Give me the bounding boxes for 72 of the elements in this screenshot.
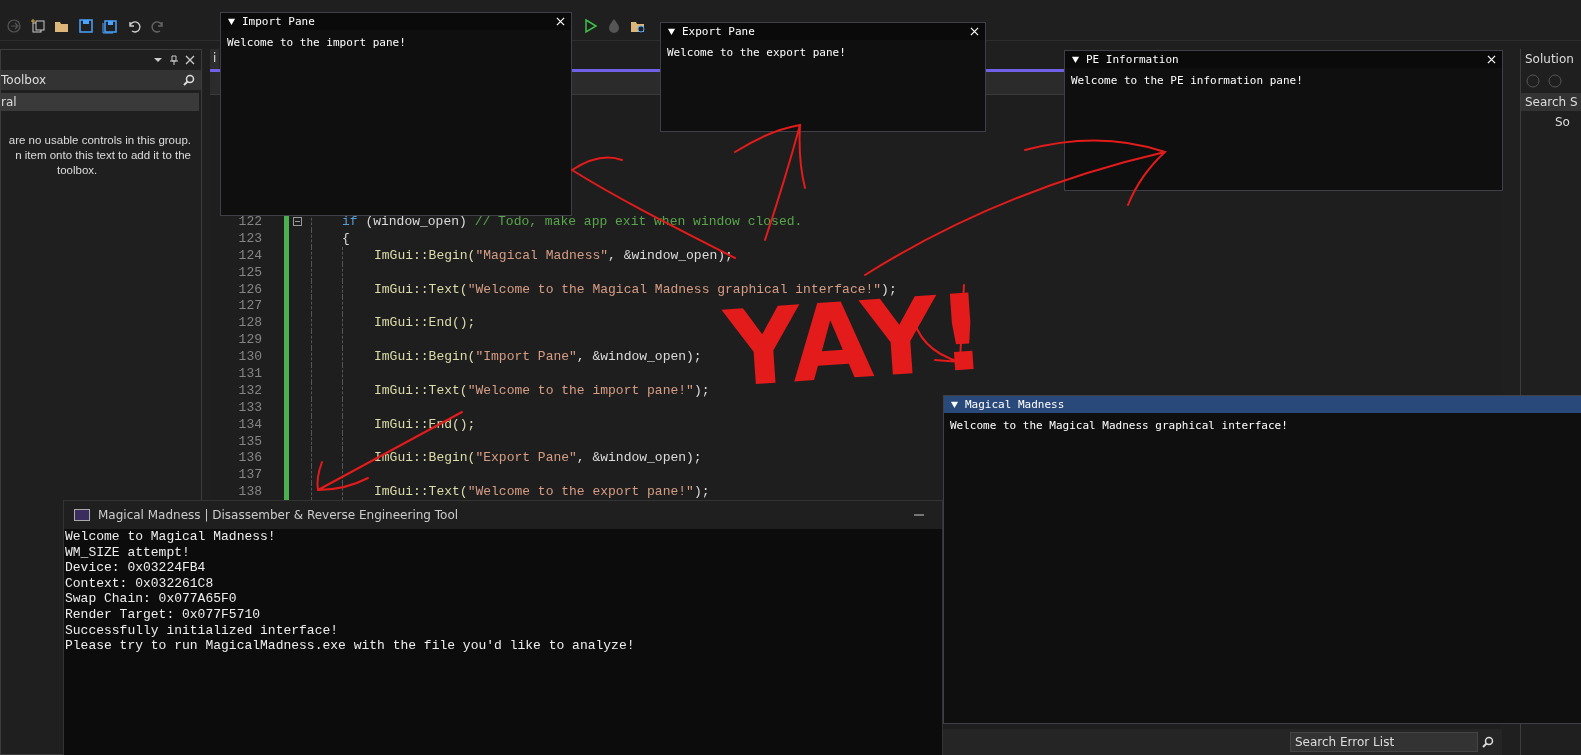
collapse-icon[interactable]: [293, 216, 302, 226]
toolbox-message-line: toolbox.: [56, 163, 99, 178]
line-number: 129: [237, 332, 262, 348]
line-number: 123: [237, 230, 262, 246]
collapse-icon[interactable]: [227, 17, 236, 26]
code-line: ImGui::Begin("Import Pane", &window_open);: [374, 349, 702, 365]
window-text: Welcome to the Magical Madness graphical interface!: [949, 418, 1289, 434]
code-line: ImGui::Text("Welcome to the export pane!");: [374, 484, 710, 500]
console-line: Swap Chain: 0x077A65F0: [65, 591, 238, 607]
collapse-icon[interactable]: [667, 27, 676, 36]
line-number: 122: [237, 213, 262, 229]
console-line: Context: 0x032261C8: [65, 575, 215, 592]
line-number: 130: [237, 349, 262, 365]
line-number: 133: [237, 399, 262, 415]
search-icon[interactable]: [183, 74, 195, 86]
code-line: ImGui::End();: [374, 315, 476, 331]
line-number: 124: [237, 247, 262, 263]
toolbox-message-line: are no usable controls in this group.: [7, 133, 191, 148]
pin-icon[interactable]: [169, 55, 179, 65]
run-icon[interactable]: [582, 18, 598, 34]
new-project-icon[interactable]: [30, 18, 46, 34]
toolbox-message-line: n item onto this text to add it to the: [14, 148, 191, 163]
search-icon[interactable]: [1482, 736, 1494, 748]
collapse-icon[interactable]: [950, 400, 959, 409]
window-title: Magical Madness: [965, 398, 1066, 411]
window-text: Welcome to the export pane!: [666, 45, 847, 61]
window-title: PE Information: [1086, 53, 1180, 66]
code-line: {: [342, 230, 350, 246]
window-title-bar[interactable]: Magical Madness: [944, 396, 1581, 413]
window-title: Export Pane: [682, 25, 756, 38]
code-line: ImGui::Begin("Magical Madness", &window_open);: [374, 247, 733, 263]
line-number: 135: [237, 433, 262, 449]
window-title-bar[interactable]: Import Pane: [221, 13, 571, 30]
code-line: ImGui::Begin("Export Pane", &window_open);: [374, 450, 702, 466]
redo-icon[interactable]: [150, 18, 166, 34]
toolbox-search-field[interactable]: Toolbox: [1, 70, 201, 90]
console-line: Render Target: 0x077F5710: [65, 606, 262, 623]
collapse-icon[interactable]: [1071, 55, 1080, 64]
close-icon[interactable]: [185, 55, 195, 65]
error-list-search-field[interactable]: Search Error List: [1290, 732, 1478, 752]
solution-search-field[interactable]: Search S: [1521, 93, 1581, 111]
line-number: 131: [237, 365, 262, 381]
line-number: 138: [237, 484, 262, 500]
console-line: Please try to run MagicalMadness.exe with the file you'd like to analyze!: [65, 638, 636, 654]
console-line: Device: 0x03224FB4: [65, 560, 207, 576]
save-all-icon[interactable]: [102, 18, 118, 34]
console-line: Welcome to Magical Madness!: [65, 529, 277, 545]
console-line: WM_SIZE attempt!: [65, 544, 191, 561]
console-line: Successfully initialized interface!: [65, 622, 340, 639]
window-title-bar[interactable]: Export Pane: [661, 23, 985, 40]
window-title: Magical Madness | Disassember & Reverse Engineering Tool: [98, 508, 460, 522]
line-number: 134: [237, 416, 262, 432]
console-app-icon: [74, 509, 90, 521]
code-line: ImGui::Text("Welcome to the import pane!");: [374, 382, 710, 398]
toolbox-group-header[interactable]: ral: [1, 93, 199, 111]
window-title: Import Pane: [242, 15, 316, 28]
line-number: 125: [237, 264, 262, 280]
line-number: 136: [237, 450, 262, 466]
dropdown-icon[interactable]: [153, 55, 163, 65]
undo-icon[interactable]: [126, 18, 142, 34]
line-number: 137: [237, 467, 262, 483]
window-text: Welcome to the import pane!: [226, 35, 407, 51]
window-title-bar[interactable]: PE Information: [1065, 51, 1502, 68]
line-number: 132: [237, 382, 262, 398]
window-text: Welcome to the PE information pane!: [1070, 73, 1304, 89]
line-number: 126: [237, 281, 262, 297]
save-icon[interactable]: [78, 18, 94, 34]
editor-tab[interactable]: i: [210, 49, 220, 69]
panel-title: Solution: [1524, 51, 1575, 68]
tree-item[interactable]: So: [1521, 111, 1581, 129]
line-number: 127: [237, 298, 262, 314]
line-number: 128: [237, 315, 262, 331]
